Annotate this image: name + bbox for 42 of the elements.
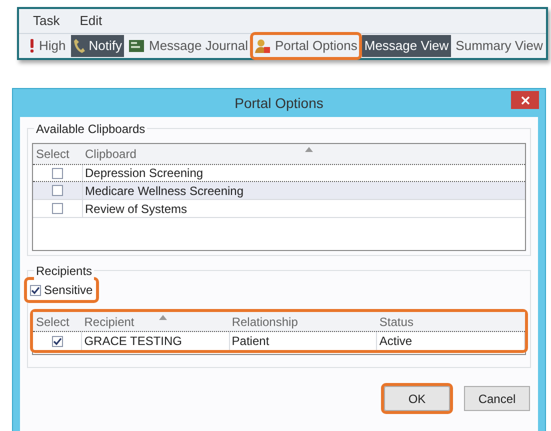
- checkbox[interactable]: [52, 185, 63, 196]
- recipient-row[interactable]: GRACE TESTING Patient Active: [33, 332, 525, 350]
- menu-item[interactable]: Task: [33, 11, 60, 31]
- column-header: Select: [35, 146, 70, 163]
- column-header: Clipboard: [84, 146, 136, 163]
- checkbox[interactable]: [30, 284, 41, 296]
- column-header: Select: [35, 314, 70, 330]
- toolbar-button[interactable]: Notify: [70, 35, 124, 57]
- exclamation-icon: [29, 39, 35, 53]
- dialog-button[interactable]: OK: [384, 386, 450, 411]
- sort-arrow-icon: [305, 147, 313, 152]
- dialog-button[interactable]: Cancel: [464, 386, 530, 411]
- table-cell: GRACE TESTING: [82, 332, 230, 350]
- clipboard-row[interactable]: Review of Systems: [33, 200, 525, 218]
- checkbox[interactable]: [52, 203, 63, 214]
- table-cell-text: Medicare Wellness Screening: [84, 182, 244, 200]
- phone-icon: [72, 38, 85, 54]
- toolbar-button[interactable]: Summary View: [454, 35, 545, 57]
- toolbar-button[interactable]: Message Journal: [126, 35, 250, 57]
- table-cell-text: Depression Screening: [84, 165, 204, 182]
- clipboard-row[interactable]: Medicare Wellness Screening: [33, 182, 525, 200]
- checkbox-label: Sensitive: [44, 282, 93, 299]
- window-title: Portal Options: [234, 94, 324, 113]
- sensitive-checkbox[interactable]: Sensitive: [27, 280, 96, 300]
- clipboard-row[interactable]: Depression Screening: [33, 164, 525, 182]
- close-button[interactable]: [511, 91, 539, 109]
- menu-item[interactable]: Edit: [80, 11, 102, 31]
- column-header: Status: [379, 314, 414, 328]
- column-header: Recipient: [84, 314, 134, 328]
- checkbox[interactable]: [52, 336, 63, 346]
- journal-icon: [128, 39, 145, 53]
- close-icon: [520, 96, 530, 104]
- column-header: Relationship: [232, 314, 298, 328]
- toolbar-button[interactable]: Portal Options: [252, 35, 360, 57]
- toolbar-button[interactable]: Message View: [362, 35, 451, 57]
- sort-arrow-icon: [159, 315, 167, 320]
- table-cell-text: Review of Systems: [84, 200, 188, 218]
- table-cell: Active: [377, 332, 525, 350]
- table-cell: Patient: [230, 332, 378, 350]
- toolbar-button[interactable]: High: [27, 35, 68, 57]
- checkbox[interactable]: [52, 168, 63, 178]
- person-icon: [254, 38, 271, 54]
